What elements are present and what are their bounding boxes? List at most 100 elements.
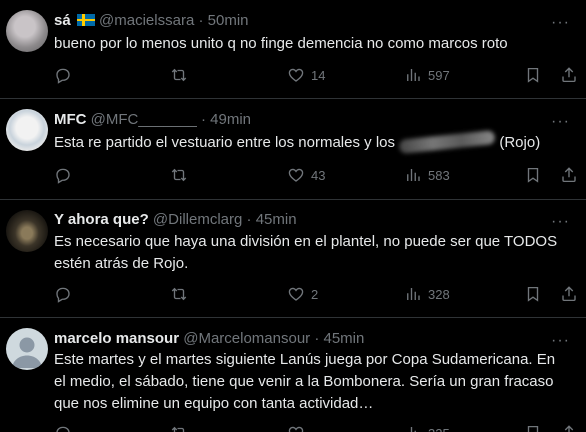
tweet[interactable]: MFC @MFC_______ · 49min ··· Esta re part…	[0, 99, 586, 200]
avatar[interactable]	[6, 328, 48, 370]
tweet-header: Y ahora que? @Dillemclarg · 45min	[54, 211, 297, 229]
bookmark-button[interactable]	[524, 284, 542, 304]
share-button[interactable]	[560, 284, 578, 304]
retweet-button[interactable]	[170, 165, 188, 185]
display-name[interactable]: marcelo mansour	[54, 330, 179, 347]
like-count: 2	[311, 286, 319, 302]
share-button[interactable]	[560, 165, 578, 185]
like-count: 43	[311, 167, 326, 183]
heart-icon	[287, 424, 305, 432]
reply-icon	[54, 166, 72, 184]
more-options-icon[interactable]: ···	[551, 15, 570, 31]
tweet-text: Es necesario que haya una división en el…	[54, 233, 558, 272]
display-name[interactable]: Y ahora que?	[54, 211, 149, 228]
heart-icon	[287, 285, 305, 303]
avatar[interactable]	[6, 109, 48, 151]
avatar[interactable]	[6, 10, 48, 52]
user-handle[interactable]: @Marcelomansour	[183, 330, 310, 347]
retweet-icon	[170, 66, 188, 84]
tweet-actions: 2 328	[54, 284, 586, 304]
view-count: 328	[428, 286, 450, 302]
tweet-header: MFC @MFC_______ · 49min	[54, 111, 251, 129]
tweet-actions: 325	[54, 423, 586, 432]
separator: ·	[200, 111, 206, 128]
avatar[interactable]	[6, 210, 48, 252]
tweet-text: Este martes y el martes siguiente Lanús …	[54, 351, 556, 412]
tweet-header: sá @macielssara · 50min	[54, 12, 249, 30]
like-button[interactable]: 14	[287, 65, 325, 85]
like-button[interactable]	[287, 423, 305, 432]
reply-icon	[54, 66, 72, 84]
share-icon	[560, 285, 578, 303]
like-button[interactable]: 43	[287, 165, 325, 185]
like-count: 14	[311, 67, 326, 83]
retweet-icon	[170, 166, 188, 184]
user-handle[interactable]: @MFC_______	[91, 111, 197, 128]
reply-icon	[54, 285, 72, 303]
separator: ·	[246, 211, 252, 228]
tweet-text: Esta re partido el vestuario entre los n…	[54, 130, 564, 154]
tweet[interactable]: sá @macielssara · 50min ··· bueno por lo…	[0, 0, 586, 99]
views-icon	[404, 285, 422, 303]
share-icon	[560, 66, 578, 84]
views-button[interactable]: 597	[404, 65, 450, 85]
tweet-header: marcelo mansour @Marcelomansour · 45min	[54, 330, 364, 348]
view-count: 583	[428, 167, 450, 183]
tweet[interactable]: marcelo mansour @Marcelomansour · 45min …	[0, 318, 586, 432]
retweet-button[interactable]	[170, 423, 188, 432]
reply-icon	[54, 424, 72, 432]
tweet-text-part: Esta re partido el vestuario entre los n…	[54, 134, 395, 151]
views-icon	[404, 66, 422, 84]
redaction-scribble	[398, 130, 496, 154]
bookmark-icon	[524, 66, 542, 84]
user-handle[interactable]: @Dillemclarg	[153, 211, 242, 228]
timestamp[interactable]: 49min	[210, 111, 251, 128]
retweet-icon	[170, 285, 188, 303]
retweet-button[interactable]	[170, 65, 188, 85]
bookmark-button[interactable]	[524, 165, 542, 185]
reply-button[interactable]	[54, 284, 72, 304]
more-options-icon[interactable]: ···	[551, 214, 570, 230]
reply-button[interactable]	[54, 423, 72, 432]
heart-icon	[287, 66, 305, 84]
separator: ·	[314, 330, 320, 347]
reply-button[interactable]	[54, 165, 72, 185]
views-button[interactable]: 325	[404, 423, 450, 432]
views-button[interactable]: 328	[404, 284, 450, 304]
share-icon	[560, 166, 578, 184]
tweet-actions: 14 597	[54, 65, 586, 85]
bookmark-icon	[524, 166, 542, 184]
view-count: 325	[428, 426, 450, 432]
bookmark-button[interactable]	[524, 423, 542, 432]
share-icon	[560, 424, 578, 432]
tweet-actions: 43 583	[54, 165, 586, 185]
views-button[interactable]: 583	[404, 165, 450, 185]
bookmark-icon	[524, 285, 542, 303]
timestamp[interactable]: 45min	[324, 330, 365, 347]
display-name[interactable]: sá	[54, 12, 71, 29]
bookmark-button[interactable]	[524, 65, 542, 85]
tweet-text-part: (Rojo)	[499, 134, 541, 151]
timestamp[interactable]: 45min	[256, 211, 297, 228]
retweet-icon	[170, 424, 188, 432]
timestamp[interactable]: 50min	[208, 12, 249, 29]
like-button[interactable]: 2	[287, 284, 318, 304]
display-name[interactable]: MFC	[54, 111, 87, 128]
views-icon	[404, 424, 422, 432]
user-handle[interactable]: @macielssara	[99, 12, 194, 29]
tweet-text: bueno por lo menos unito q no finge deme…	[54, 35, 508, 52]
tweet[interactable]: Y ahora que? @Dillemclarg · 45min ··· Es…	[0, 200, 586, 318]
share-button[interactable]	[560, 423, 578, 432]
more-options-icon[interactable]: ···	[551, 333, 570, 349]
retweet-button[interactable]	[170, 284, 188, 304]
more-options-icon[interactable]: ···	[551, 114, 570, 130]
reply-button[interactable]	[54, 65, 72, 85]
views-icon	[404, 166, 422, 184]
heart-icon	[287, 166, 305, 184]
view-count: 597	[428, 67, 450, 83]
bookmark-icon	[524, 424, 542, 432]
sweden-flag-icon	[76, 14, 95, 26]
share-button[interactable]	[560, 65, 578, 85]
separator: ·	[198, 12, 204, 29]
default-avatar-icon	[12, 337, 42, 368]
